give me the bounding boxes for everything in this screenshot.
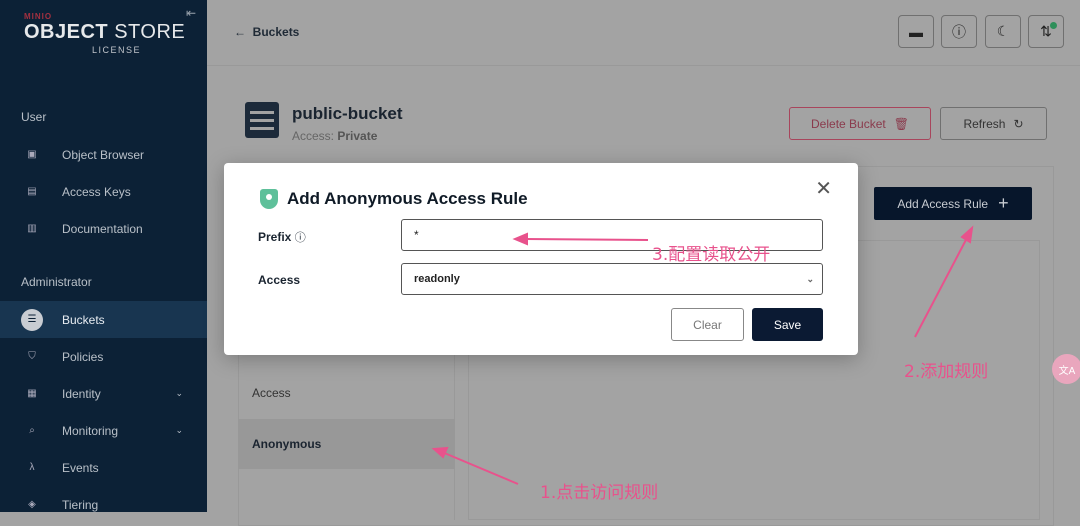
shield-icon xyxy=(260,189,278,209)
section-user: User xyxy=(21,110,47,124)
chevron-down-icon: ⌄ xyxy=(175,425,183,435)
object-browser-icon: ▣ xyxy=(27,149,37,160)
logo-product-bold: OBJECT xyxy=(24,21,109,43)
annotation-step-3: 3.配置读取公开 xyxy=(652,245,771,265)
sidebar-item-documentation[interactable]: ▥ Documentation xyxy=(0,210,207,247)
delete-bucket-button[interactable]: Delete Bucket 🗑 xyxy=(789,107,931,140)
help-icon: ⓘ xyxy=(952,23,966,40)
label: Tiering xyxy=(62,497,99,512)
translate-icon: 文A xyxy=(1058,365,1076,377)
logo-product: STORE xyxy=(114,21,186,43)
label: Prefix xyxy=(258,230,292,244)
sidebar-item-access-keys[interactable]: ▤ Access Keys xyxy=(0,173,207,210)
access-label: Access: xyxy=(292,129,335,143)
annotation-step-2: 2.添加规则 xyxy=(904,362,989,382)
label: Buckets xyxy=(62,312,105,327)
sidebar-item-policies[interactable]: ⛉ Policies xyxy=(0,338,207,375)
tiers-icon: ◈ xyxy=(28,499,36,510)
sidebar-item-events[interactable]: λ Events xyxy=(0,449,207,486)
bucket-icon xyxy=(245,102,279,138)
notification-dot xyxy=(1050,22,1057,29)
lambda-icon: λ xyxy=(29,462,35,473)
clear-button[interactable]: Clear xyxy=(671,308,744,341)
label: Identity xyxy=(62,386,101,401)
sidebar-item-monitoring[interactable]: ⌕ Monitoring ⌄ xyxy=(0,412,207,449)
document-icon: ▥ xyxy=(27,223,37,234)
save-button[interactable]: Save xyxy=(752,308,823,341)
collapse-sidebar-icon[interactable]: ⇤ xyxy=(186,6,196,20)
add-access-rule-button[interactable]: Add Access Rule + xyxy=(874,187,1032,220)
bucket-access: Access: Private xyxy=(292,129,377,143)
folder-button[interactable]: ▬ xyxy=(898,15,934,48)
search-icon: ⌕ xyxy=(29,425,35,436)
trash-icon: 🗑 xyxy=(893,116,909,131)
bucket-name: public-bucket xyxy=(292,104,403,123)
dialog-title: Add Anonymous Access Rule xyxy=(287,189,528,208)
annotation-step-1: 1.点击访问规则 xyxy=(540,483,659,503)
access-select[interactable]: readonly ⌄ xyxy=(401,263,823,295)
identity-icon: ▦ xyxy=(27,388,37,399)
logo-brand: MINIO xyxy=(24,12,53,21)
label: Clear xyxy=(693,317,722,332)
sidebar-item-identity[interactable]: ▦ Identity ⌄ xyxy=(0,375,207,412)
downloads-button[interactable]: ⇅ xyxy=(1028,15,1064,48)
translate-button[interactable]: 文A xyxy=(1052,354,1080,384)
label: Events xyxy=(62,460,99,475)
tab-anonymous[interactable]: Anonymous xyxy=(238,419,455,469)
access-value: Private xyxy=(337,129,378,143)
prefix-label: Prefix ⓘ xyxy=(258,229,306,245)
back-arrow-icon: ← xyxy=(234,25,246,39)
label: Policies xyxy=(62,349,104,364)
sidebar-item-object-browser[interactable]: ▣ Object Browser xyxy=(0,136,207,173)
label: Documentation xyxy=(62,221,143,236)
back-label: Buckets xyxy=(252,25,300,39)
label: Add Access Rule xyxy=(897,196,989,211)
help-icon[interactable]: ⓘ xyxy=(295,232,306,244)
bucket-icon: ☰ xyxy=(21,308,43,331)
refresh-button[interactable]: Refresh ↻ xyxy=(940,107,1047,140)
dark-mode-icon: ☾ xyxy=(996,23,1010,39)
help-button[interactable]: ⓘ xyxy=(941,15,977,48)
label: Monitoring xyxy=(62,423,119,438)
label: Refresh xyxy=(963,116,1006,131)
chevron-down-icon: ⌄ xyxy=(806,273,814,284)
key-icon: ▤ xyxy=(27,186,37,197)
prefix-value: * xyxy=(414,228,419,242)
shield-icon: ⛉ xyxy=(28,351,36,362)
dark-mode-button[interactable]: ☾ xyxy=(985,15,1021,48)
sidebar-item-tiering[interactable]: ◈ Tiering xyxy=(0,486,207,523)
sidebar-item-buckets[interactable]: ☰ Buckets xyxy=(0,301,207,338)
label: Object Browser xyxy=(62,147,145,162)
logo: MINIO OBJECT STORE LICENSE xyxy=(24,12,185,55)
label: Access Keys xyxy=(62,184,131,199)
label: Access xyxy=(252,386,291,400)
sidebar: MINIO OBJECT STORE LICENSE ⇤ User ▣ Objec… xyxy=(0,0,207,512)
refresh-icon: ↻ xyxy=(1013,116,1024,131)
section-administrator: Administrator xyxy=(21,275,92,289)
tab-access[interactable]: Access xyxy=(238,368,455,418)
plus-icon: + xyxy=(998,193,1009,213)
logo-license: LICENSE xyxy=(92,45,142,55)
folder-icon: ▬ xyxy=(909,23,923,40)
chevron-down-icon: ⌄ xyxy=(175,388,183,398)
back-to-buckets[interactable]: ← Buckets xyxy=(234,25,299,39)
label: Save xyxy=(773,317,802,332)
access-label: Access xyxy=(258,273,301,287)
access-value: readonly xyxy=(414,273,460,285)
label: Anonymous xyxy=(252,437,322,451)
label: Delete Bucket xyxy=(811,116,886,131)
close-icon[interactable]: ✕ xyxy=(815,176,832,201)
